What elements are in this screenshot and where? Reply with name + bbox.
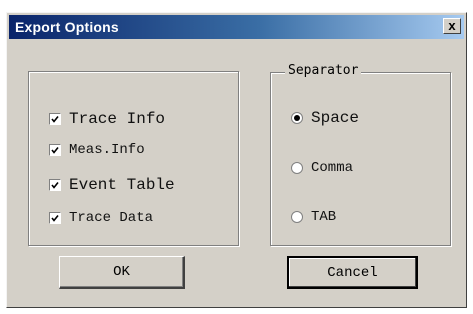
export-options-dialog: Export Options x Trace Info Meas.Info Ev…: [6, 12, 467, 308]
separator-group: Separator Space Comma TAB: [270, 63, 451, 246]
meas-info-checkbox[interactable]: Meas.Info: [49, 142, 145, 158]
title-bar[interactable]: Export Options x: [9, 15, 464, 39]
checkbox-checked-icon: [49, 144, 61, 156]
tab-label: TAB: [311, 209, 337, 225]
tab-radio[interactable]: TAB: [291, 209, 336, 225]
space-label: Space: [311, 109, 360, 127]
radio-selected-icon: [291, 112, 303, 124]
cancel-button[interactable]: Cancel: [287, 256, 418, 289]
radio-unselected-icon: [291, 211, 303, 223]
radio-unselected-icon: [291, 162, 303, 174]
checkbox-checked-icon: [49, 113, 61, 125]
comma-radio[interactable]: Comma: [291, 160, 353, 176]
trace-data-checkbox[interactable]: Trace Data: [49, 210, 153, 226]
trace-data-label: Trace Data: [69, 210, 154, 226]
ok-button[interactable]: OK: [59, 256, 185, 289]
checkbox-checked-icon: [49, 179, 61, 191]
comma-label: Comma: [311, 160, 354, 176]
meas-info-label: Meas.Info: [69, 142, 145, 158]
space-radio[interactable]: Space: [291, 109, 359, 127]
export-items-group: Trace Info Meas.Info Event Table Trace D…: [28, 71, 239, 246]
separator-legend: Separator: [285, 63, 362, 78]
event-table-label: Event Table: [69, 176, 175, 194]
checkbox-checked-icon: [49, 212, 61, 224]
trace-info-label: Trace Info: [69, 110, 166, 128]
close-button[interactable]: x: [443, 18, 461, 34]
event-table-checkbox[interactable]: Event Table: [49, 176, 175, 194]
window-title: Export Options: [15, 19, 119, 35]
trace-info-checkbox[interactable]: Trace Info: [49, 110, 165, 128]
